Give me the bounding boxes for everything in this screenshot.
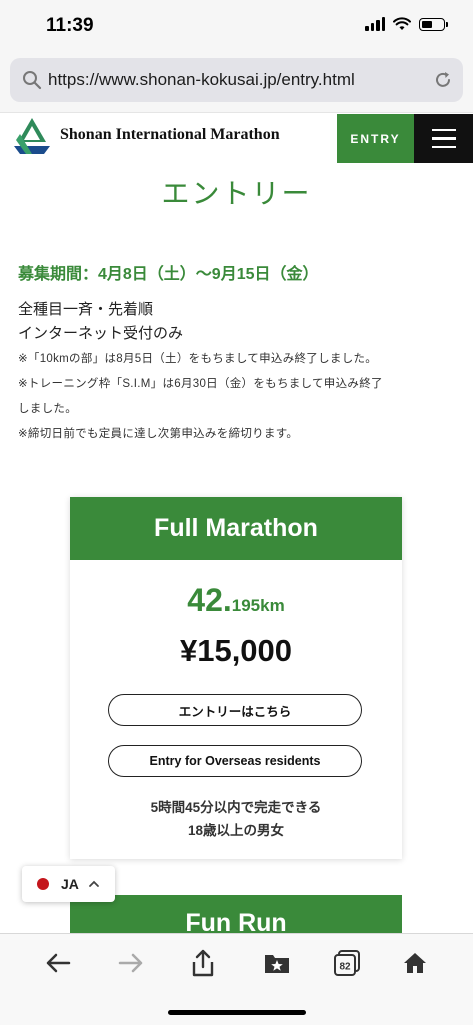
entry-fee: ¥15,000 [179, 633, 293, 668]
browser-address-area: https://www.shonan-kokusai.jp/entry.html [0, 52, 473, 112]
home-indicator [168, 1010, 306, 1015]
home-button[interactable] [400, 948, 430, 978]
search-icon [23, 71, 42, 90]
entry-info-line-1: 全種目一斉・先着順 [18, 301, 154, 318]
note-sim-closed: ※トレーニング枠「S.I.M」は6月30日（金）をもちまして申込み終了 [18, 378, 383, 390]
chevron-up-icon [89, 880, 99, 887]
battery-icon [419, 17, 448, 31]
overseas-entry-button[interactable]: Entry for Overseas residents [108, 745, 362, 777]
url-text[interactable]: https://www.shonan-kokusai.jp/entry.html [48, 70, 355, 90]
site-header: Shonan International Marathon ENTRY [0, 112, 473, 163]
entry-info-line-2: インターネット受付のみ [18, 325, 184, 342]
page-title: エントリー [161, 178, 312, 209]
full-marathon-card: Full Marathon 42.195km ¥15,000 エントリーはこちら… [70, 497, 402, 859]
status-icons [365, 17, 448, 31]
bookmark-folder-icon [265, 955, 289, 973]
entry-period: 募集期間：4月8日（土）〜9月15日（金） [18, 266, 319, 283]
japan-flag-icon [37, 878, 49, 890]
share-button[interactable] [188, 948, 218, 978]
status-bar: 11:39 [0, 0, 473, 52]
forward-button[interactable] [116, 948, 146, 978]
browser-toolbar: 82 [0, 933, 473, 1025]
entry-here-button[interactable]: エントリーはこちら [108, 694, 362, 726]
bookmarks-button[interactable] [262, 948, 292, 978]
address-bar[interactable]: https://www.shonan-kokusai.jp/entry.html [10, 58, 463, 102]
tabs-button[interactable]: 82 [332, 948, 362, 978]
distance-big: 42. [187, 582, 232, 618]
language-code: JA [61, 876, 79, 892]
note-sim-closed-cont: しました。 [18, 403, 77, 415]
language-switcher[interactable]: JA [22, 866, 115, 902]
site-logo-text[interactable]: Shonan International Marathon [60, 126, 280, 144]
back-button[interactable] [43, 948, 73, 978]
logo-icon[interactable] [10, 116, 54, 156]
wifi-icon [393, 17, 411, 30]
card-title: Full Marathon [70, 497, 402, 560]
note-capacity: ※締切日前でも定員に達し次第申込みを締切ります。 [18, 428, 299, 440]
note-10km-closed: ※「10kmの部」は8月5日（土）をもちまして申込み終了しました。 [18, 353, 378, 365]
tabs-icon: 82 [334, 950, 360, 976]
share-icon [192, 949, 214, 977]
eligibility-line-1: 5時間45分以内で完走できる [150, 800, 322, 815]
back-arrow-icon [46, 953, 71, 973]
home-icon [404, 953, 426, 973]
hamburger-menu-icon[interactable] [414, 114, 473, 163]
distance-small: 195km [231, 596, 285, 615]
eligibility-line-2: 18歳以上の男女 [187, 823, 285, 838]
forward-arrow-icon [118, 953, 143, 973]
cellular-signal-icon [365, 17, 385, 31]
status-time: 11:39 [46, 15, 94, 36]
distance: 42.195km [70, 582, 402, 619]
reload-icon[interactable] [433, 70, 453, 90]
header-entry-button[interactable]: ENTRY [337, 114, 414, 163]
tabs-count: 82 [339, 962, 351, 973]
